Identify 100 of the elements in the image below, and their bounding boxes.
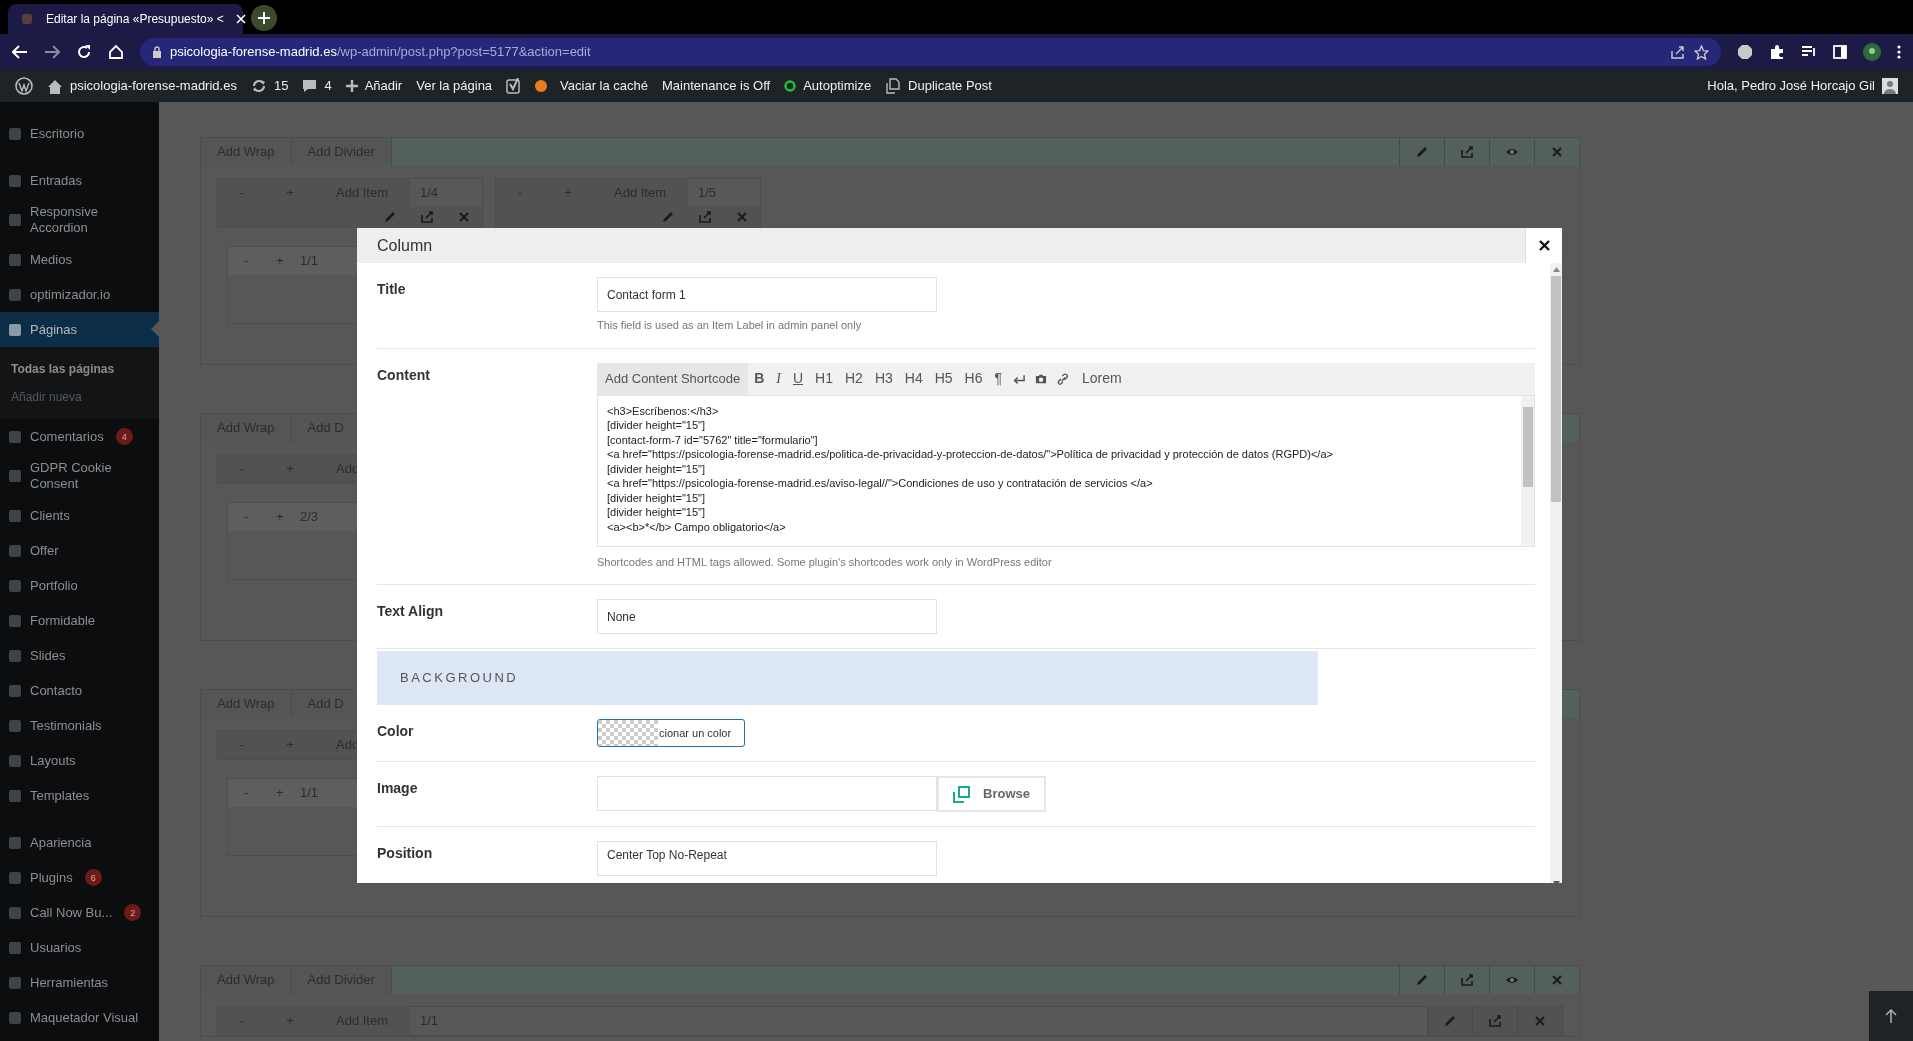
square-icon (8, 469, 22, 483)
browser-tab[interactable]: Editar la página «Presupuesto» < (8, 4, 243, 34)
scrollbar[interactable] (1550, 263, 1562, 883)
sidebar-item[interactable]: Escritorio (0, 116, 159, 151)
close-icon (1533, 1014, 1547, 1028)
scroll-top-button[interactable] (1869, 991, 1913, 1041)
plus-icon (258, 12, 270, 24)
status-dot-icon (535, 80, 548, 92)
sidebar-item[interactable]: Offer (0, 533, 159, 568)
kebab-menu-icon[interactable] (1897, 45, 1901, 59)
square-icon (8, 508, 22, 523)
sidebar-item[interactable]: Formidable (0, 603, 159, 638)
help-text: This field is used as an Item Label in admin panel only (597, 318, 863, 333)
sidebar-item[interactable]: Herramientas (0, 965, 159, 1000)
text-input[interactable]: None (597, 599, 937, 634)
shortcode-button[interactable]: Add Content Shortcode (597, 362, 749, 395)
maintenance-link[interactable]: Maintenance is Off (655, 70, 778, 102)
reload-icon[interactable] (76, 44, 92, 60)
scrollbar[interactable] (1521, 395, 1534, 546)
format-button[interactable]: I (770, 368, 787, 389)
plus-icon (345, 80, 358, 92)
square-icon (8, 905, 22, 920)
side-panel-icon[interactable] (1833, 45, 1847, 59)
text-input[interactable]: Center Top No-Repeat (597, 841, 937, 876)
color-picker-button[interactable]: cionar un color (597, 719, 745, 747)
back-arrow-icon[interactable] (12, 45, 28, 59)
autoptimize-link[interactable]: Autoptimize (777, 70, 879, 102)
sidebar-item[interactable]: Call Now Bu... 2 (0, 895, 159, 930)
profile-avatar-icon[interactable] (1863, 43, 1881, 61)
format-button[interactable]: H3 (868, 368, 899, 389)
updates-link[interactable]: 15 (243, 70, 296, 102)
sidebar-item[interactable]: Usuarios (0, 930, 159, 965)
format-button[interactable]: H5 (928, 368, 959, 389)
stop-sign-icon[interactable] (1737, 44, 1753, 60)
close-icon (1550, 973, 1564, 987)
comments-link[interactable]: 4 (295, 70, 339, 102)
pencil-icon (1415, 973, 1429, 987)
sidebar-item[interactable]: Apariencia (0, 825, 159, 860)
square-icon (8, 975, 22, 990)
share-icon[interactable] (1670, 45, 1686, 59)
clear-cache-link[interactable]: Vaciar la caché (553, 70, 656, 102)
text-input[interactable]: Contact form 1 (597, 277, 937, 312)
lorem-button[interactable]: Lorem (1074, 368, 1130, 389)
count-badge: 2 (124, 904, 142, 921)
account-menu[interactable]: Hola, Pedro José Horcajo Gil (1700, 70, 1905, 102)
checker-swatch-icon (598, 720, 658, 746)
sidebar-item[interactable]: Templates (0, 778, 159, 813)
format-button[interactable]: H1 (809, 368, 839, 389)
sidebar-item[interactable]: Plugins 6 (0, 860, 159, 895)
text-input[interactable] (597, 776, 937, 811)
site-link[interactable]: psicologia-forense-madrid.es (40, 70, 244, 102)
square-icon (8, 252, 22, 267)
square-icon (8, 287, 22, 302)
submenu-item[interactable]: Todas las páginas (0, 355, 159, 383)
forward-arrow-icon[interactable] (44, 45, 60, 59)
puzzle-icon[interactable] (1769, 44, 1785, 60)
pencil-icon (660, 210, 675, 224)
square-icon (8, 613, 22, 628)
playlist-icon[interactable] (1801, 45, 1817, 59)
browse-button[interactable]: Browse (937, 776, 1046, 812)
sidebar-item[interactable]: Clients (0, 498, 159, 533)
format-button[interactable]: B (748, 368, 771, 389)
sidebar-item[interactable]: Entradas (0, 163, 159, 198)
format-button[interactable]: U (786, 368, 810, 389)
square-icon (8, 788, 22, 803)
view-page-link[interactable]: Ver la página (409, 70, 500, 102)
duplicate-icon (885, 78, 902, 94)
pencil-icon (1443, 1014, 1457, 1028)
square-icon (8, 718, 22, 733)
star-icon[interactable] (1694, 44, 1709, 60)
format-button[interactable]: H4 (898, 368, 929, 389)
new-content-link[interactable]: Añadir (338, 70, 410, 102)
sidebar-item[interactable]: Páginas (0, 312, 159, 347)
close-button[interactable] (1525, 228, 1562, 263)
sidebar-item[interactable]: Layouts (0, 743, 159, 778)
sidebar-item[interactable]: Contacto (0, 673, 159, 708)
close-icon (235, 14, 246, 24)
sidebar-item[interactable]: GDPR Cookie Consent (0, 454, 159, 498)
share-icon (419, 210, 434, 224)
sidebar-item[interactable]: Medios (0, 242, 159, 277)
sidebar-item[interactable]: Testimonials (0, 708, 159, 743)
format-button[interactable]: H2 (839, 368, 869, 389)
sidebar-item[interactable]: Comentarios 4 (0, 419, 159, 454)
share-icon (1488, 1014, 1502, 1028)
sidebar-item[interactable]: Maquetador Visual (0, 1000, 159, 1035)
format-button[interactable]: ¶ (988, 368, 1009, 389)
sidebar-item[interactable]: Slides (0, 638, 159, 673)
sidebar-item[interactable]: Portfolio (0, 568, 159, 603)
new-tab-button[interactable] (251, 5, 277, 31)
square-icon (8, 870, 22, 885)
duplicate-post-link[interactable]: Duplicate Post (878, 70, 999, 102)
home-icon[interactable] (108, 44, 124, 60)
address-bar[interactable]: psicologia-forense-madrid.es/wp-admin/post.php?post=5177&action=edit (140, 38, 1721, 66)
format-button[interactable]: H6 (958, 368, 989, 389)
modal-title: Column (376, 235, 434, 256)
sidebar-item[interactable]: optimizador.io (0, 277, 159, 312)
wordpress-logo-icon (15, 77, 33, 95)
close-icon (734, 210, 749, 224)
pencil-icon (382, 210, 397, 224)
sidebar-item[interactable]: Responsive Accordion (0, 198, 159, 242)
